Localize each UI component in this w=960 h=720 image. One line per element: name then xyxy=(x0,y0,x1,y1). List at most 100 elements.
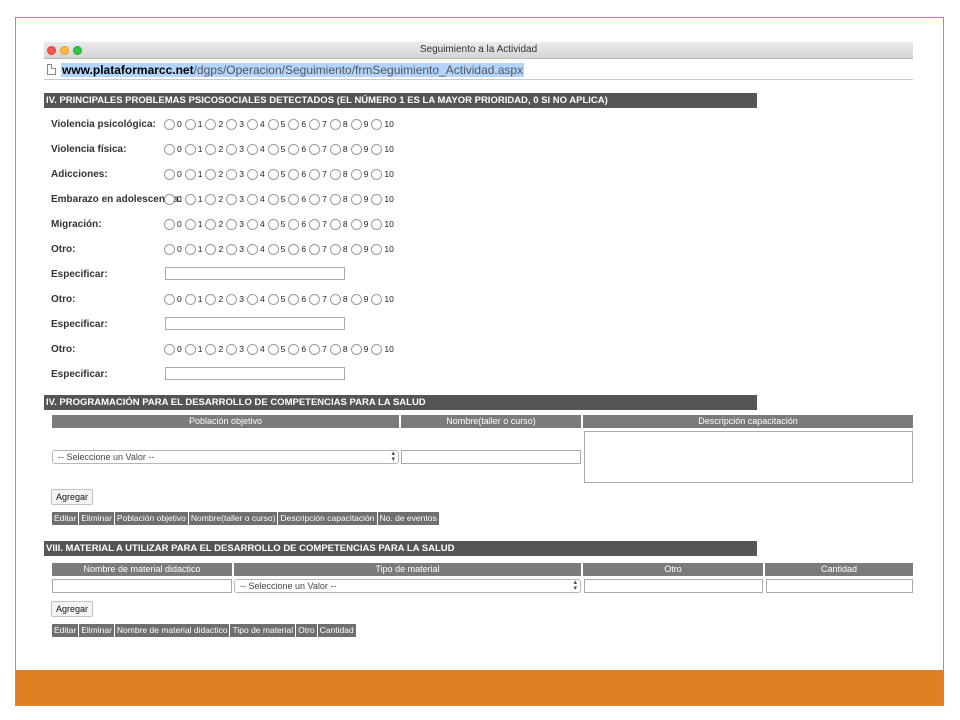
priority-radio[interactable] xyxy=(288,218,300,230)
priority-radio[interactable] xyxy=(350,218,362,230)
priority-radio[interactable] xyxy=(288,118,300,130)
priority-radio[interactable] xyxy=(329,118,341,130)
grid-col-nombre-taller[interactable]: Nombre(taller o curso) xyxy=(188,512,278,525)
priority-radio[interactable] xyxy=(267,143,279,155)
grid-col-eliminar[interactable]: Eliminar xyxy=(79,624,114,637)
tipo-material-select[interactable]: -- Seleccione un Valor -- ▴ ▾ xyxy=(234,579,581,593)
priority-radio[interactable] xyxy=(329,343,341,355)
priority-radio[interactable] xyxy=(226,168,238,180)
grid-col-editar[interactable]: Editar xyxy=(52,624,79,637)
priority-radio[interactable] xyxy=(267,168,279,180)
cantidad-input[interactable] xyxy=(766,579,913,593)
agregar-capacitacion-button[interactable]: Agregar xyxy=(51,489,94,505)
priority-radio[interactable] xyxy=(267,193,279,205)
priority-radio[interactable] xyxy=(309,293,321,305)
priority-radio[interactable] xyxy=(164,168,175,180)
priority-radio[interactable] xyxy=(288,168,300,180)
priority-radio[interactable] xyxy=(371,168,383,180)
priority-radio[interactable] xyxy=(226,243,238,255)
priority-radio[interactable] xyxy=(164,293,175,305)
priority-radio[interactable] xyxy=(205,118,217,130)
priority-radio[interactable] xyxy=(246,243,258,255)
priority-radio[interactable] xyxy=(371,243,383,255)
grid-col-nombre-material[interactable]: Nombre de material didactico xyxy=(114,624,230,637)
priority-radio[interactable] xyxy=(184,118,196,130)
priority-radio[interactable] xyxy=(226,343,238,355)
priority-radio[interactable] xyxy=(329,293,341,305)
priority-radio[interactable] xyxy=(371,293,383,305)
priority-radio[interactable] xyxy=(164,193,175,205)
priority-radio[interactable] xyxy=(350,118,362,130)
priority-radio[interactable] xyxy=(246,293,258,305)
poblacion-objetivo-select[interactable]: -- Seleccione un Valor -- ▴ ▾ xyxy=(52,450,399,464)
priority-radio[interactable] xyxy=(246,168,258,180)
priority-radio[interactable] xyxy=(309,218,321,230)
priority-radio[interactable] xyxy=(267,293,279,305)
priority-radio[interactable] xyxy=(205,143,217,155)
priority-radio[interactable] xyxy=(371,193,383,205)
address-bar[interactable]: www.plataformarcc.net/dgps/Operacion/Seg… xyxy=(44,61,913,80)
url-text[interactable]: www.plataformarcc.net/dgps/Operacion/Seg… xyxy=(61,63,525,77)
priority-radio[interactable] xyxy=(246,143,258,155)
otro-material-input[interactable] xyxy=(584,579,763,593)
nombre-taller-input[interactable] xyxy=(401,450,581,464)
especificar-input[interactable] xyxy=(165,317,345,330)
priority-radio[interactable] xyxy=(184,343,196,355)
priority-radio[interactable] xyxy=(288,193,300,205)
especificar-input[interactable] xyxy=(165,267,345,280)
priority-radio[interactable] xyxy=(309,168,321,180)
priority-radio[interactable] xyxy=(267,343,279,355)
priority-radio[interactable] xyxy=(350,193,362,205)
priority-radio[interactable] xyxy=(184,243,196,255)
priority-radio[interactable] xyxy=(309,243,321,255)
priority-radio[interactable] xyxy=(246,218,258,230)
grid-col-otro[interactable]: Otro xyxy=(296,624,317,637)
priority-radio[interactable] xyxy=(350,343,362,355)
grid-col-cantidad[interactable]: Cantidad xyxy=(317,624,356,637)
priority-radio[interactable] xyxy=(226,218,238,230)
grid-col-poblacion-objetivo[interactable]: Población objetivo xyxy=(114,512,188,525)
priority-radio[interactable] xyxy=(205,218,217,230)
priority-radio[interactable] xyxy=(205,168,217,180)
priority-radio[interactable] xyxy=(164,118,175,130)
priority-radio[interactable] xyxy=(371,343,383,355)
priority-radio[interactable] xyxy=(288,343,300,355)
priority-radio[interactable] xyxy=(267,218,279,230)
priority-radio[interactable] xyxy=(184,218,196,230)
priority-radio[interactable] xyxy=(226,193,238,205)
nombre-material-input[interactable] xyxy=(52,579,232,593)
priority-radio[interactable] xyxy=(184,293,196,305)
priority-radio[interactable] xyxy=(164,143,175,155)
priority-radio[interactable] xyxy=(329,143,341,155)
priority-radio[interactable] xyxy=(371,118,383,130)
grid-col-descripcion[interactable]: Descripción capacitación xyxy=(278,512,377,525)
priority-radio[interactable] xyxy=(184,168,196,180)
priority-radio[interactable] xyxy=(288,143,300,155)
priority-radio[interactable] xyxy=(371,143,383,155)
priority-radio[interactable] xyxy=(246,343,258,355)
priority-radio[interactable] xyxy=(184,143,196,155)
priority-radio[interactable] xyxy=(226,143,238,155)
priority-radio[interactable] xyxy=(288,243,300,255)
priority-radio[interactable] xyxy=(329,218,341,230)
priority-radio[interactable] xyxy=(309,143,321,155)
priority-radio[interactable] xyxy=(246,118,258,130)
priority-radio[interactable] xyxy=(329,193,341,205)
priority-radio[interactable] xyxy=(309,343,321,355)
especificar-input[interactable] xyxy=(165,367,345,380)
priority-radio[interactable] xyxy=(350,168,362,180)
priority-radio[interactable] xyxy=(267,118,279,130)
priority-radio[interactable] xyxy=(267,243,279,255)
priority-radio[interactable] xyxy=(164,343,175,355)
grid-col-eliminar[interactable]: Eliminar xyxy=(79,512,114,525)
priority-radio[interactable] xyxy=(205,193,217,205)
priority-radio[interactable] xyxy=(329,243,341,255)
priority-radio[interactable] xyxy=(164,243,175,255)
grid-col-no-eventos[interactable]: No. de eventos xyxy=(377,512,439,525)
agregar-material-button[interactable]: Agregar xyxy=(51,601,94,617)
priority-radio[interactable] xyxy=(205,293,217,305)
priority-radio[interactable] xyxy=(309,193,321,205)
priority-radio[interactable] xyxy=(226,293,238,305)
priority-radio[interactable] xyxy=(329,168,341,180)
priority-radio[interactable] xyxy=(350,293,362,305)
